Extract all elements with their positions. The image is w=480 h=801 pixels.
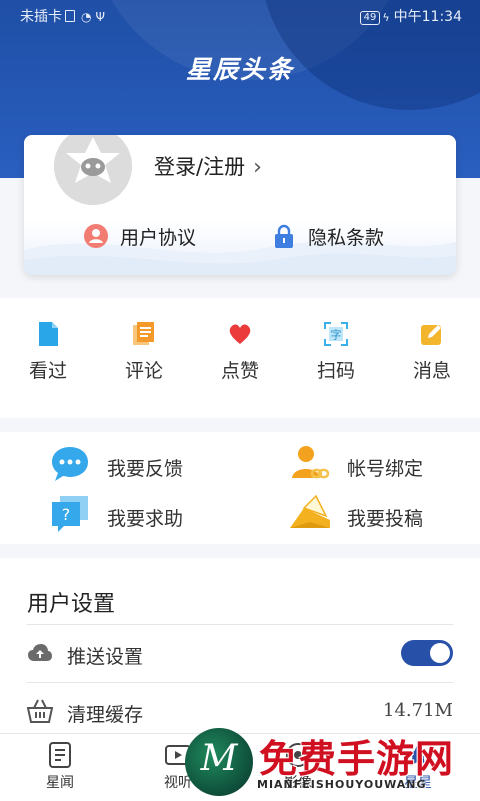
quick-item-label: 扫码: [316, 360, 355, 382]
lock-icon: [275, 224, 293, 248]
svg-text:?: ?: [62, 505, 71, 524]
quick-item-comments[interactable]: 评论: [104, 322, 184, 383]
login-register-link[interactable]: 登录/注册 ›: [154, 151, 262, 181]
services-panel: 我要反馈 帐号绑定 ? 我要求助 我要投稿: [0, 432, 480, 544]
submit-envelope-icon: [290, 494, 330, 528]
comment-doc-icon: [133, 322, 154, 345]
help-icon: ?: [52, 496, 88, 532]
push-settings-row[interactable]: 推送设置: [27, 634, 453, 674]
news-icon: [49, 742, 71, 768]
quick-actions: 看过 评论 点赞 字 扫码 消息: [0, 298, 480, 418]
quick-item-label: 评论: [124, 360, 163, 382]
cloud-upload-icon: [28, 644, 52, 661]
quick-item-history[interactable]: 看过: [8, 322, 88, 383]
document-icon: [39, 322, 58, 346]
toggle-knob: [430, 643, 450, 663]
settings-title: 用户设置: [27, 592, 116, 617]
chat-bubble-icon: [52, 447, 88, 481]
status-time: 中午11:34: [393, 9, 462, 25]
quick-item-label: 看过: [28, 360, 67, 382]
quick-item-scan[interactable]: 字 扫码: [296, 322, 376, 383]
feedback-label: 我要反馈: [107, 458, 184, 480]
quick-item-label: 消息: [412, 360, 451, 382]
wifi-icon: ◔: [81, 10, 92, 24]
watermark-logo-letter: M: [200, 738, 238, 779]
watermark-subtitle: MIANFEISHOUYOUWANG: [257, 778, 427, 791]
divider: [27, 682, 453, 683]
scan-icon: 字: [324, 322, 348, 346]
account-binding-label: 帐号绑定: [347, 458, 424, 480]
watermark-logo: M: [185, 728, 253, 796]
privacy-policy-label: 隐私条款: [308, 227, 385, 249]
edit-icon: [421, 325, 441, 345]
watermark: M 免费手游网 MIANFEISHOUYOUWANG: [185, 726, 480, 800]
quick-item-messages[interactable]: 消息: [392, 322, 472, 383]
carrier-text: 未插卡: [20, 9, 62, 25]
push-settings-label: 推送设置: [67, 646, 144, 668]
tab-label: 星闻: [46, 775, 74, 791]
user-link-icon: [292, 446, 330, 479]
quick-item-label: 点赞: [220, 360, 259, 382]
svg-text:字: 字: [331, 328, 342, 342]
push-toggle[interactable]: [401, 640, 453, 666]
tab-news[interactable]: 星闻: [12, 734, 108, 801]
clear-cache-label: 清理缓存: [67, 704, 144, 726]
sim-icon: [65, 10, 75, 22]
status-bar: 未插卡 ◔ Ψ 49 ϟ 中午11:34: [0, 0, 480, 30]
user-agreement-link[interactable]: 用户协议: [84, 223, 196, 250]
chevron-right-icon: ›: [253, 155, 262, 180]
submit-article-label: 我要投稿: [347, 508, 424, 530]
login-label: 登录/注册: [154, 155, 246, 179]
usb-icon: Ψ: [95, 10, 105, 24]
heart-icon: [229, 324, 251, 344]
privacy-policy-link[interactable]: 隐私条款: [272, 223, 384, 250]
avatar[interactable]: [54, 135, 132, 205]
charging-icon: ϟ: [382, 11, 390, 24]
help-label: 我要求助: [107, 508, 184, 530]
battery-icon: 49: [359, 11, 381, 25]
default-avatar-icon: [54, 135, 132, 205]
user-settings: 用户设置 推送设置 清理缓存 14.71M: [0, 558, 480, 733]
watermark-title: 免费手游网: [259, 737, 455, 781]
basket-icon: [27, 699, 53, 723]
user-agreement-label: 用户协议: [120, 227, 197, 249]
cache-size: 14.71M: [383, 700, 453, 721]
profile-card: 登录/注册 › 用户协议 隐私条款: [24, 135, 456, 275]
user-circle-icon: [84, 224, 108, 248]
app-logo: 星辰头条: [185, 56, 294, 84]
divider: [27, 624, 453, 625]
quick-item-likes[interactable]: 点赞: [200, 322, 280, 383]
